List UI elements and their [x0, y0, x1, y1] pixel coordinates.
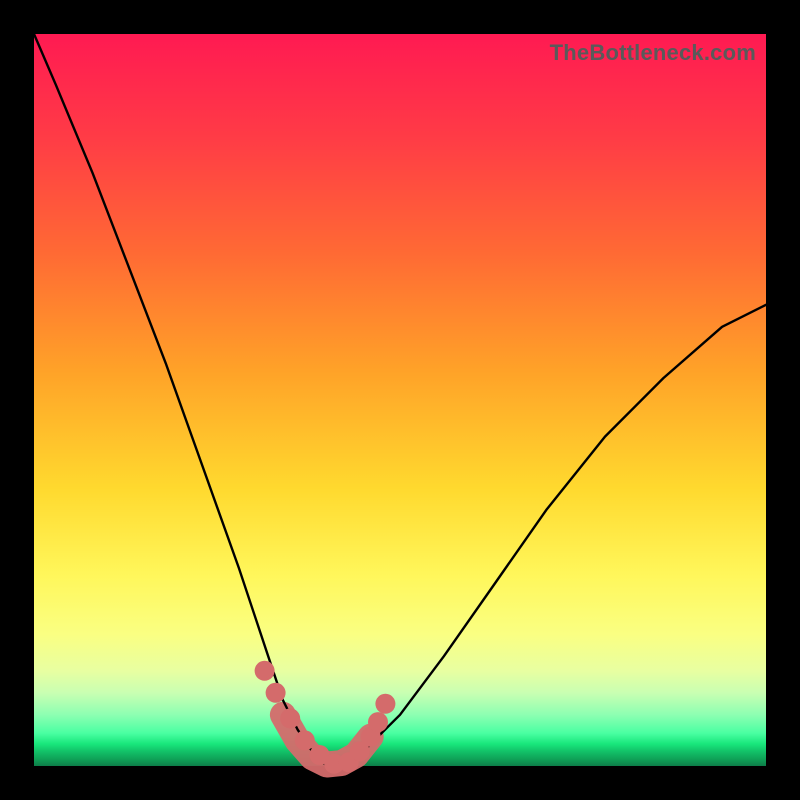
curve-marker — [295, 730, 315, 750]
curve-marker — [266, 683, 286, 703]
curve-marker — [375, 694, 395, 714]
chart-frame: TheBottleneck.com — [0, 0, 800, 800]
curve-layer — [34, 34, 766, 766]
bottleneck-curve — [34, 34, 766, 766]
curve-marker — [255, 661, 275, 681]
curve-marker — [368, 712, 388, 732]
plot-area: TheBottleneck.com — [34, 34, 766, 766]
curve-marker — [280, 708, 300, 728]
